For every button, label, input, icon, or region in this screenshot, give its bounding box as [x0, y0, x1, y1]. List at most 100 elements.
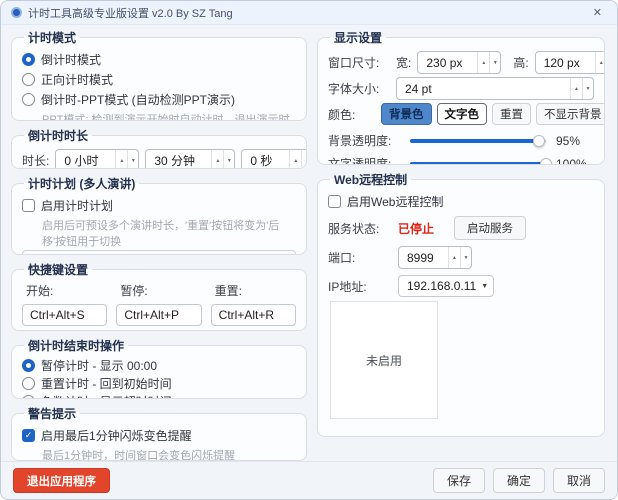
radio-forward-mode[interactable]: 正向计时模式 [22, 71, 296, 88]
ip-label: IP地址: [328, 278, 392, 295]
enable-plan-checkbox[interactable]: 启用计时计划 [22, 197, 296, 214]
timing-mode-group: 计时模式 倒计时模式 正向计时模式 倒计时-PPT模式 (自动检测PPT演示) … [11, 29, 307, 121]
no-background-button[interactable]: 不显示背景 [536, 103, 605, 125]
warning-group: 警告提示 ✓ 启用最后1分钟闪烁变色提醒 最后1分钟时，时间窗口会变色闪烁提醒 [11, 405, 307, 461]
hotkey-start-input[interactable]: Ctrl+Alt+S [22, 304, 107, 326]
ok-button[interactable]: 确定 [493, 468, 545, 493]
ip-select[interactable]: 192.168.0.11 ▼ [398, 275, 494, 297]
hotkeys-group: 快捷键设置 开始: Ctrl+Alt+S 暂停: Ctrl+Alt+P 重置: … [11, 261, 307, 331]
text-opacity-row: 文字透明度: 100% [328, 155, 594, 165]
minutes-value: 30 分钟 [146, 150, 211, 169]
chevron-down-icon: ▼ [481, 283, 488, 290]
ip-row: IP地址: 192.168.0.11 ▼ [328, 275, 594, 297]
web-remote-group: Web远程控制 启用Web远程控制 服务状态: 已停止 启动服务 端口: 899… [317, 171, 605, 437]
radio-countdown-mode[interactable]: 倒计时模式 [22, 51, 296, 68]
save-button[interactable]: 保存 [433, 468, 485, 493]
width-spinner[interactable]: 230 px ▲ ▼ [417, 51, 501, 74]
reset-color-button[interactable]: 重置 [492, 103, 531, 125]
text-opacity-label: 文字透明度: [328, 155, 404, 165]
spinner-up-icon[interactable]: ▲ [596, 52, 605, 73]
checkbox-label: 启用Web远程控制 [347, 193, 443, 210]
enable-flash-checkbox[interactable]: ✓ 启用最后1分钟闪烁变色提醒 [22, 427, 296, 444]
spinner-buttons: ▲ ▼ [448, 247, 471, 268]
radio-icon [22, 395, 35, 399]
port-spinner[interactable]: 8999 ▲ ▼ [398, 246, 472, 269]
bg-opacity-label: 背景透明度: [328, 132, 404, 149]
spinner-down-icon[interactable]: ▼ [582, 78, 593, 99]
minutes-spinner[interactable]: 30 分钟 ▲ ▼ [145, 149, 235, 169]
duration-title: 倒计时时长 [24, 127, 92, 144]
spinner-up-icon[interactable]: ▲ [571, 78, 582, 99]
spinner-up-icon[interactable]: ▲ [212, 150, 223, 169]
footer: 退出应用程序 保存 确定 取消 [1, 461, 617, 499]
hotkey-start: 开始: Ctrl+Alt+S [22, 280, 107, 326]
bg-color-button[interactable]: 背景色 [381, 103, 432, 125]
radio-ppt-mode[interactable]: 倒计时-PPT模式 (自动检测PPT演示) [22, 91, 296, 108]
hotkeys-title: 快捷键设置 [24, 261, 92, 278]
spinner-up-icon[interactable]: ▲ [116, 150, 127, 169]
radio-pause-on-end[interactable]: 暂停计时 - 显示 00:00 [22, 357, 296, 374]
web-remote-title: Web远程控制 [330, 171, 411, 188]
qr-code-placeholder: 未启用 [330, 301, 438, 419]
display-settings-title: 显示设置 [330, 29, 386, 46]
height-value: 120 px [536, 52, 595, 73]
hotkey-pause-input[interactable]: Ctrl+Alt+P [116, 304, 201, 326]
end-action-group: 倒计时结束时操作 暂停计时 - 显示 00:00 重置计时 - 回到初始时间 负… [11, 337, 307, 399]
exit-app-button[interactable]: 退出应用程序 [13, 468, 110, 493]
hotkey-reset-input[interactable]: Ctrl+Alt+R [211, 304, 296, 326]
spinner-buttons: ▲ ▼ [595, 52, 605, 73]
start-service-button[interactable]: 启动服务 [454, 216, 526, 240]
text-opacity-value: 100% [556, 157, 594, 166]
radio-label: 暂停计时 - 显示 00:00 [41, 357, 157, 374]
spinner-buttons: ▲ ▼ [570, 78, 593, 99]
height-spinner[interactable]: 120 px ▲ ▼ [535, 51, 605, 74]
close-icon[interactable]: ✕ [588, 5, 607, 20]
spinner-down-icon[interactable]: ▼ [301, 150, 307, 169]
font-size-row: 字体大小: 24 pt ▲ ▼ [328, 77, 594, 100]
enable-web-remote-checkbox[interactable]: 启用Web远程控制 [328, 193, 594, 210]
window-title: 计时工具高级专业版设置 v2.0 By SZ Tang [28, 5, 233, 21]
spinner-buttons: ▲ ▼ [477, 52, 500, 73]
timing-plan-group: 计时计划 (多人演讲) 启用计时计划 启用后可预设多个演讲时长，'重置'按钮将变… [11, 175, 307, 255]
window-size-label: 窗口尺寸: [328, 54, 390, 71]
app-icon [11, 7, 22, 18]
warning-note: 最后1分钟时，时间窗口会变色闪烁提醒 [22, 447, 296, 461]
radio-icon [22, 377, 35, 390]
text-color-button[interactable]: 文字色 [437, 103, 488, 125]
end-action-title: 倒计时结束时操作 [24, 337, 128, 354]
spinner-down-icon[interactable]: ▼ [223, 150, 234, 169]
text-opacity-slider[interactable] [410, 162, 546, 166]
slider-thumb[interactable] [533, 135, 545, 147]
content: 计时模式 倒计时模式 正向计时模式 倒计时-PPT模式 (自动检测PPT演示) … [11, 29, 605, 459]
spinner-up-icon[interactable]: ▲ [478, 52, 489, 73]
cancel-button[interactable]: 取消 [553, 468, 605, 493]
spinner-up-icon[interactable]: ▲ [449, 247, 460, 268]
bg-opacity-value: 95% [556, 134, 594, 148]
ip-value: 192.168.0.11 [407, 279, 476, 293]
spinner-down-icon[interactable]: ▼ [460, 247, 471, 268]
radio-icon [22, 93, 35, 106]
port-label: 端口: [328, 249, 392, 266]
warning-title: 警告提示 [24, 405, 80, 422]
hours-spinner[interactable]: 0 小时 ▲ ▼ [55, 149, 139, 169]
width-label: 宽: [396, 54, 411, 71]
titlebar: 计时工具高级专业版设置 v2.0 By SZ Tang ✕ [1, 1, 617, 25]
radio-selected-icon [22, 359, 35, 372]
radio-reset-on-end[interactable]: 重置计时 - 回到初始时间 [22, 375, 296, 392]
radio-label: 正向计时模式 [41, 71, 113, 88]
font-size-spinner[interactable]: 24 pt ▲ ▼ [396, 77, 594, 100]
checkbox-icon [328, 195, 341, 208]
bg-opacity-slider[interactable] [410, 139, 546, 143]
radio-negative-on-end[interactable]: 负数计时 - 显示超时时间 [22, 393, 296, 399]
seconds-spinner[interactable]: 0 秒 ▲ ▼ [241, 149, 307, 169]
ppt-mode-note: PPT模式: 检测到演示开始时自动计时，退出演示时自动暂停 [22, 111, 296, 121]
slider-thumb[interactable] [540, 158, 552, 166]
hours-value: 0 小时 [56, 150, 115, 169]
spinner-up-icon[interactable]: ▲ [290, 150, 301, 169]
configure-plan-button[interactable]: 配置计时计划... [22, 250, 296, 255]
spinner-down-icon[interactable]: ▼ [127, 150, 138, 169]
spinner-down-icon[interactable]: ▼ [489, 52, 500, 73]
color-row: 颜色: 背景色 文字色 重置 不显示背景 [328, 103, 594, 125]
radio-label: 倒计时模式 [41, 51, 101, 68]
font-size-label: 字体大小: [328, 80, 390, 97]
